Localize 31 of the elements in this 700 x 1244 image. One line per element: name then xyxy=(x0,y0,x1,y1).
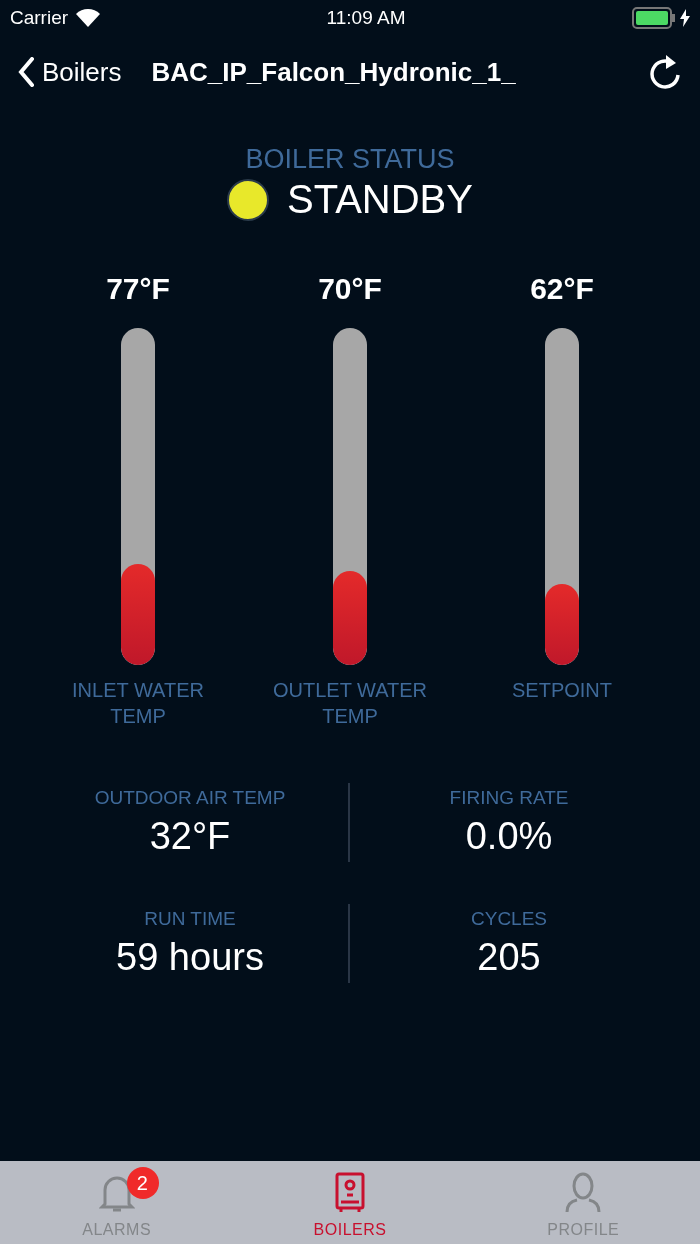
wifi-icon xyxy=(76,9,101,27)
refresh-icon xyxy=(648,53,682,91)
back-button[interactable]: Boilers xyxy=(18,56,122,88)
gauge-label: SETPOINT xyxy=(511,678,613,703)
stat-label: FIRING RATE xyxy=(449,787,569,809)
page-title: BAC_IP_Falcon_Hydronic_1_ xyxy=(151,56,517,88)
temperature-reading: 77°F xyxy=(106,272,170,306)
tab[interactable]: 2 ALARMS xyxy=(0,1161,234,1244)
gauge-label: OUTLET WATER TEMP xyxy=(271,678,429,729)
temperature-reading: 70°F xyxy=(318,272,382,306)
boiler-icon xyxy=(335,1172,365,1214)
chevron-left-icon xyxy=(18,57,34,87)
stat-value: 32°F xyxy=(149,815,231,858)
stat-value: 205 xyxy=(477,936,541,979)
stat-label: OUTDOOR AIR TEMP xyxy=(94,787,286,809)
stat-value: 59 hours xyxy=(116,936,264,979)
status-label: BOILER STATUS xyxy=(245,144,455,175)
carrier-label: Carrier xyxy=(10,7,69,29)
count-badge: 2 xyxy=(126,1167,159,1199)
status-value: STANDBY xyxy=(287,177,473,222)
person-icon xyxy=(564,1172,603,1214)
gauge-label: INLET WATER TEMP xyxy=(71,678,205,729)
stat-value: 0.0% xyxy=(465,815,553,858)
charging-icon xyxy=(680,9,690,27)
battery-icon xyxy=(632,7,676,29)
refresh-button[interactable] xyxy=(648,53,682,91)
stat-label: CYCLES xyxy=(471,908,547,930)
tab[interactable]: BOILERS xyxy=(233,1161,467,1244)
temperature-reading: 62°F xyxy=(530,272,594,306)
stat-label: RUN TIME xyxy=(144,908,236,930)
clock-time: 11:09 AM xyxy=(326,7,406,29)
